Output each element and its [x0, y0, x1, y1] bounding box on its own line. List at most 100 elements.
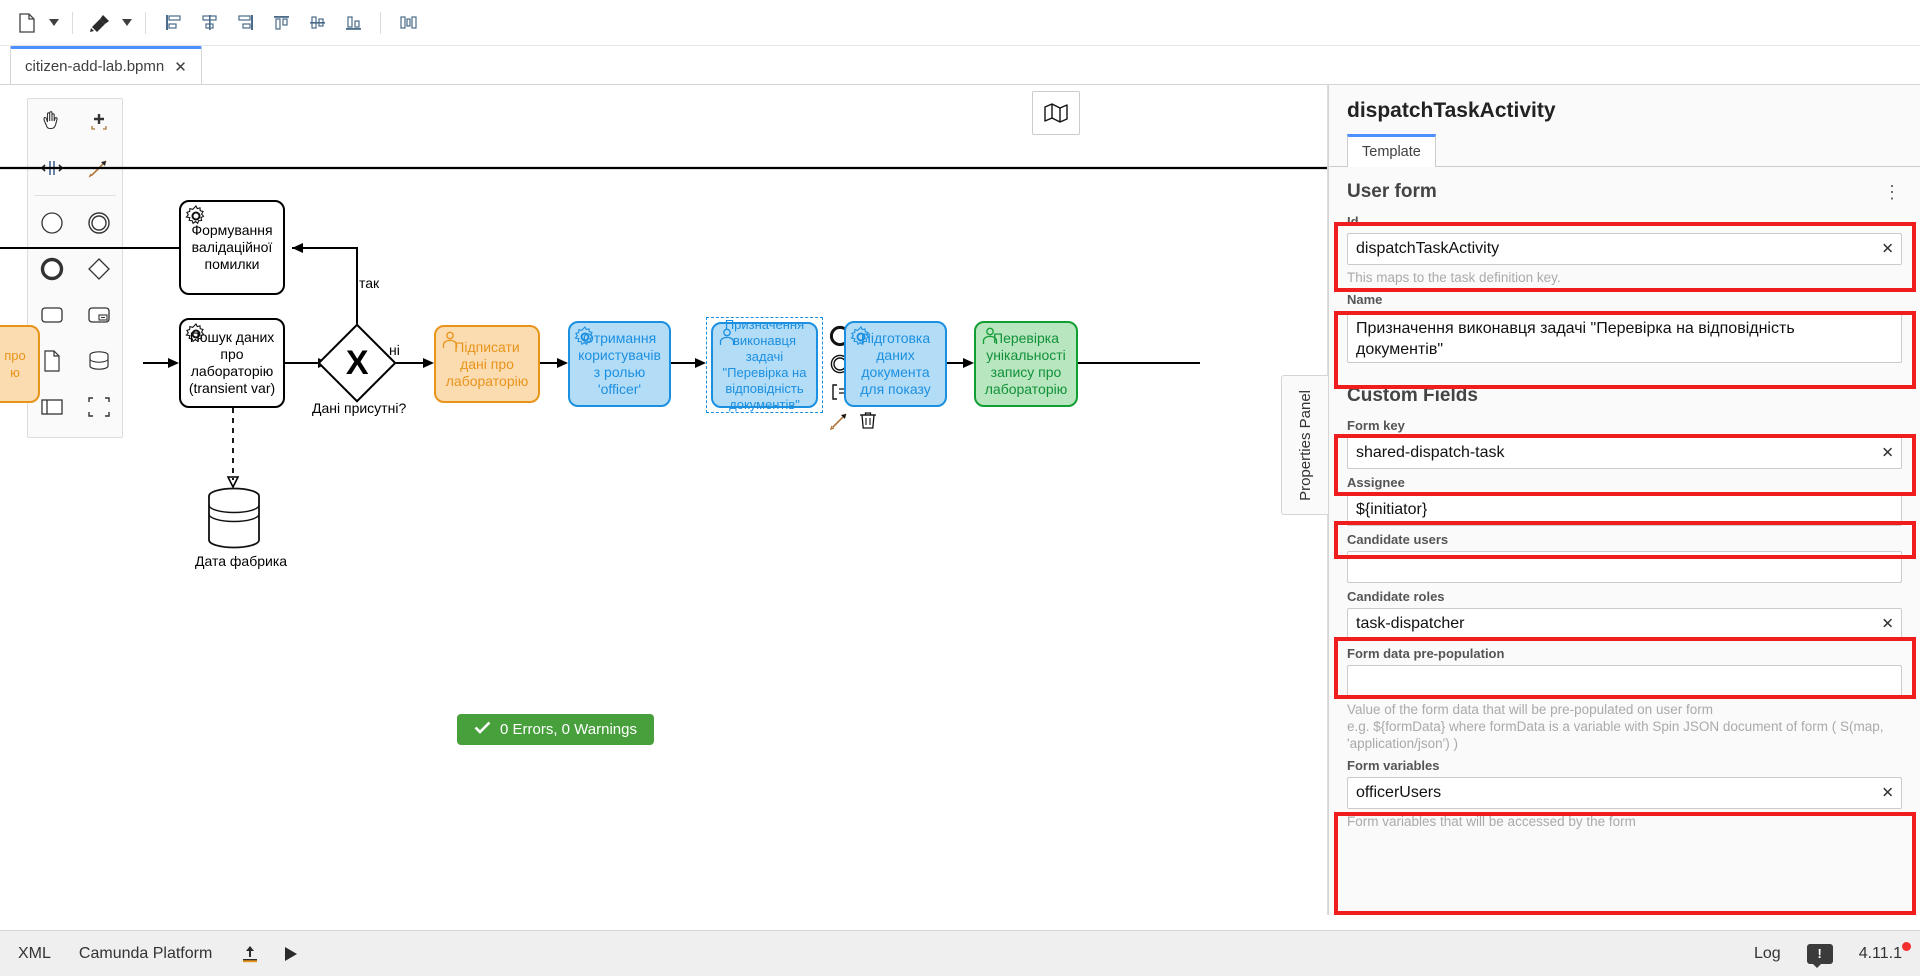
toolbar-divider-2 [145, 11, 146, 34]
field-name: Name Призначення виконавця задачі "Перев… [1329, 289, 1920, 371]
clear-icon[interactable]: ✕ [1881, 617, 1894, 632]
palette-hand-tool[interactable] [28, 99, 75, 145]
field-form-data-prepopulation-label: Form data pre-population [1347, 646, 1505, 661]
tab-template[interactable]: Template [1347, 134, 1436, 167]
minimap-toggle-button[interactable] [1032, 91, 1080, 135]
palette-end-event[interactable] [28, 246, 75, 292]
bpmn-task-partial-left[interactable]: про ю [0, 325, 40, 403]
service-task-gear-icon [185, 323, 207, 349]
field-id-label: Id [1347, 214, 1359, 229]
user-task-person-icon [717, 327, 737, 351]
service-task-gear-icon [185, 205, 207, 231]
palette-data-store[interactable] [75, 338, 122, 384]
play-icon[interactable] [282, 945, 300, 963]
service-task-gear-icon [850, 326, 872, 352]
statusbar-right-group: Log ! 4.11.1 [1754, 941, 1911, 968]
statusbar-xml-button[interactable]: XML [18, 945, 51, 963]
align-middle-button[interactable] [300, 8, 334, 38]
data-store-icon [208, 487, 260, 549]
toolbar-divider-1 [72, 11, 73, 34]
field-candidate-roles: Candidate roles ✕ [1329, 586, 1920, 643]
statusbar-version-text: 4.11.1 [1858, 944, 1902, 962]
properties-panel-toggle-label: Properties Panel [1296, 389, 1314, 501]
field-name-input[interactable]: Призначення виконавця задачі "Перевірка … [1347, 311, 1902, 363]
field-candidate-roles-input[interactable] [1347, 608, 1902, 640]
palette-subprocess-expanded[interactable] [75, 292, 122, 338]
bpmn-gateway-label: Дані присутні? [312, 400, 407, 416]
field-form-variables: Form variables ✕ Form variables that wil… [1329, 755, 1920, 833]
field-form-key-input[interactable] [1347, 437, 1902, 469]
field-form-variables-input[interactable] [1347, 777, 1902, 809]
bpmn-canvas[interactable]: Формування валідаційної помилки Пошук да… [0, 85, 1327, 915]
check-icon [474, 721, 491, 738]
align-top-button[interactable] [264, 8, 298, 38]
field-form-variables-hint: Form variables that will be accessed by … [1347, 814, 1636, 829]
close-icon[interactable]: ✕ [174, 58, 187, 76]
bpmn-task-otrymannya-korystuvachiv[interactable]: Отримання користувачів з ролью 'officer' [568, 321, 671, 407]
file-tab-citizen-add-lab[interactable]: citizen-add-lab.bpmn ✕ [10, 46, 202, 84]
palette-start-event[interactable] [28, 200, 75, 246]
group-header-user-form: User form ⋮ [1329, 167, 1920, 211]
bpmn-data-store-data-fabryka[interactable] [205, 487, 263, 554]
palette-divider [34, 195, 116, 196]
align-center-button[interactable] [192, 8, 226, 38]
field-assignee-input[interactable] [1347, 494, 1902, 526]
properties-panel-title: dispatchTaskActivity [1347, 99, 1556, 122]
group-header-custom-fields: Custom Fields [1329, 371, 1920, 415]
group-title: Custom Fields [1347, 385, 1478, 406]
new-file-dropdown[interactable] [46, 8, 62, 38]
field-candidate-users-label: Candidate users [1347, 532, 1449, 547]
palette-gateway[interactable] [75, 246, 122, 292]
bpmn-task-partial-label: про ю [4, 348, 26, 380]
field-candidate-roles-label: Candidate roles [1347, 589, 1445, 604]
field-id-input[interactable] [1347, 233, 1902, 265]
clear-icon[interactable]: ✕ [1881, 446, 1894, 461]
bpmn-task-poshuk-danyh-pro-laboratoriyu[interactable]: Пошук даних про лабораторію (transient v… [179, 318, 285, 408]
bpmn-task-pidpysaty-dani-pro-laboratoriyu[interactable]: Підписати дані про лабораторію [434, 325, 540, 403]
field-form-data-prepopulation: Form data pre-population Value of the fo… [1329, 643, 1920, 755]
format-paint-dropdown[interactable] [119, 8, 135, 38]
update-available-dot [1902, 941, 1911, 951]
properties-panel-toggle[interactable]: Properties Panel [1281, 375, 1328, 515]
field-candidate-users-input[interactable] [1347, 551, 1902, 583]
properties-panel-tabs: Template [1329, 133, 1920, 167]
format-paint-button[interactable] [83, 8, 117, 38]
notification-icon[interactable]: ! [1806, 943, 1833, 968]
exclusive-gateway-x-icon: X [345, 344, 369, 382]
delete-icon[interactable] [855, 407, 881, 433]
field-name-label: Name [1347, 292, 1383, 307]
service-task-gear-icon [574, 326, 596, 352]
statusbar-version[interactable]: 4.11.1 [1858, 941, 1911, 963]
group-title: User form [1347, 181, 1437, 202]
clear-icon[interactable]: ✕ [1881, 786, 1894, 801]
align-left-button[interactable] [156, 8, 190, 38]
new-file-button[interactable] [10, 8, 44, 38]
field-assignee-label: Assignee [1347, 475, 1405, 490]
statusbar-platform-button[interactable]: Camunda Platform [79, 945, 212, 963]
bpmn-task-pryznachennya-vykonavcya-selected[interactable]: Призначення виконавця задачі "Перевірка … [711, 317, 818, 412]
palette-lasso-tool[interactable] [75, 99, 122, 145]
distribute-horizontal-button[interactable] [391, 8, 425, 38]
align-bottom-button[interactable] [336, 8, 370, 38]
bpmn-modeler-window: citizen-add-lab.bpmn ✕ Формування валіда… [0, 0, 1920, 976]
clear-icon[interactable]: ✕ [1881, 242, 1894, 257]
align-right-button[interactable] [228, 8, 262, 38]
bpmn-task-formuvannya-validacijnoyi-pomylky[interactable]: Формування валідаційної помилки [179, 200, 285, 295]
palette-intermediate-event[interactable] [75, 200, 122, 246]
palette-connect-tool[interactable] [75, 145, 122, 191]
bpmn-flow-label-tak: так [359, 275, 380, 291]
connect-icon[interactable] [827, 407, 853, 433]
bpmn-task-perevirka-unikalnosti[interactable]: Перевірка унікальності запису про лабора… [974, 321, 1078, 407]
deploy-upload-icon[interactable] [240, 944, 260, 964]
map-icon [1044, 103, 1068, 123]
bpmn-task-pidgotovka-danyh-dokumenta[interactable]: Підготовка даних документа для показу [844, 321, 947, 407]
field-form-data-prepopulation-input[interactable] [1347, 665, 1902, 697]
more-vertical-icon[interactable]: ⋮ [1883, 183, 1902, 201]
statusbar-log-button[interactable]: Log [1754, 945, 1781, 963]
palette-space-tool[interactable] [28, 145, 75, 191]
user-task-person-icon [440, 330, 460, 354]
field-form-data-prepopulation-hint: Value of the form data that will be pre-… [1347, 702, 1884, 751]
validation-status-badge[interactable]: 0 Errors, 0 Warnings [457, 714, 654, 745]
palette-group[interactable] [75, 384, 122, 430]
bpmn-gateway-dani-prysutni[interactable]: X [317, 323, 397, 403]
